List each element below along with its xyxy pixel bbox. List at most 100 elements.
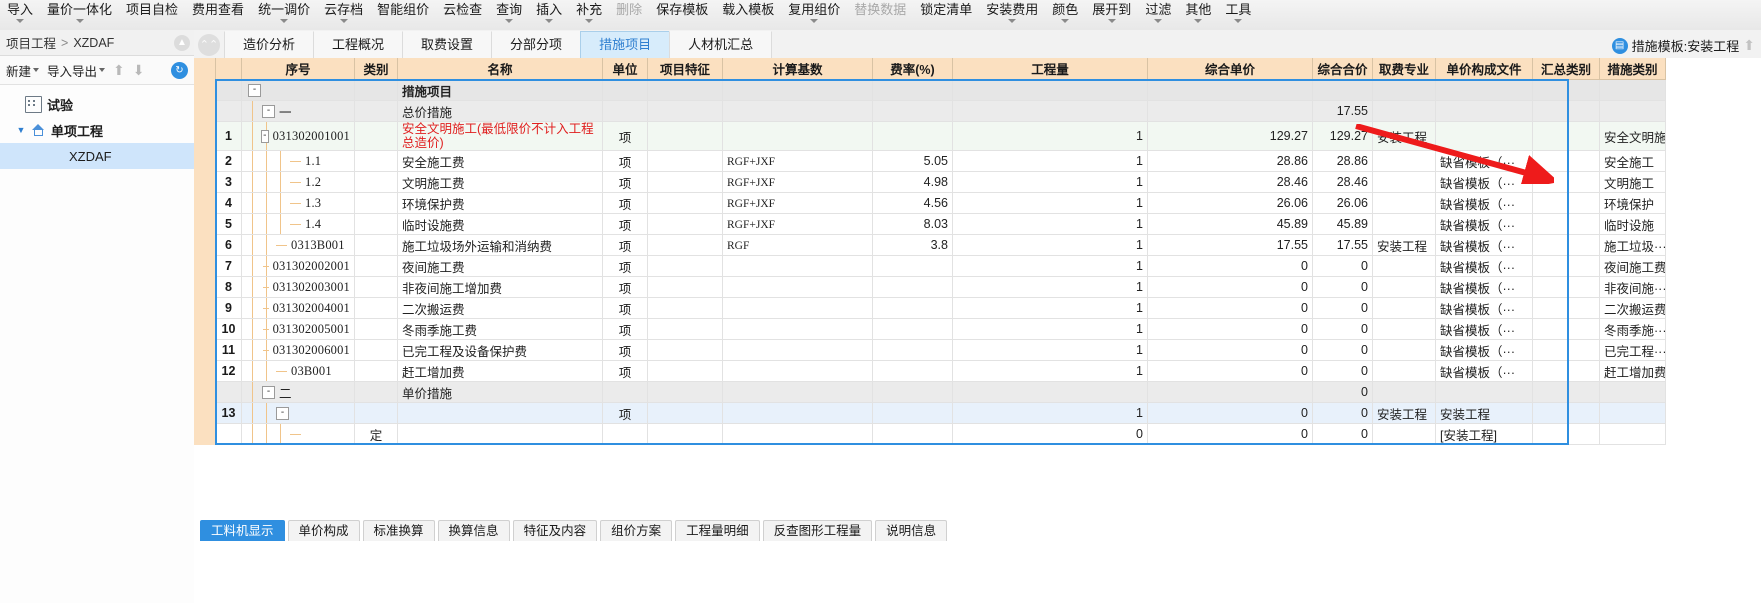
cell-unit[interactable]: 项 [602, 255, 648, 277]
cell-sequence[interactable]: 1.3 [241, 192, 355, 214]
cell-total[interactable]: 17.55 [1312, 234, 1373, 256]
cell-qty[interactable]: 1 [952, 121, 1148, 151]
cell-total[interactable]: 0 [1312, 255, 1373, 277]
cell-sumcat[interactable] [1532, 100, 1600, 122]
column-header-5[interactable]: 项目特征 [647, 58, 723, 80]
cell-cat[interactable] [354, 339, 398, 361]
cell-mcat[interactable] [1599, 423, 1666, 445]
cell-qty[interactable]: 1 [952, 297, 1148, 319]
cell-rate[interactable]: 4.98 [872, 171, 953, 193]
tree-node-3[interactable]: XZDAF [0, 143, 194, 169]
table-row[interactable]: - 措施项目 [215, 79, 1666, 101]
cell-base[interactable] [722, 318, 873, 340]
detail-tab-7[interactable]: 工程量明细 [675, 520, 760, 541]
cell-sequence[interactable]: - [241, 402, 355, 424]
table-row[interactable]: 1-031302001001 安全文明施工(最低限价不计入工程总造价) 项 1 129.… [215, 121, 1666, 151]
cell-sumcat[interactable] [1532, 79, 1600, 101]
cell-base[interactable]: RGF+JXF [722, 171, 873, 193]
tab-3[interactable]: 取费设置 [402, 31, 493, 58]
cell-unit[interactable]: 项 [602, 213, 648, 235]
cell-sumcat[interactable] [1532, 381, 1600, 403]
cell-rate[interactable] [872, 402, 953, 424]
menu-item-18[interactable]: 安装费用 [979, 0, 1045, 31]
cell-prof[interactable]: 安装工程 [1372, 234, 1436, 256]
cell-feat[interactable] [647, 192, 723, 214]
cell-rate[interactable]: 4.56 [872, 192, 953, 214]
menu-item-21[interactable]: 过滤 [1138, 0, 1178, 31]
detail-tab-3[interactable]: 标准换算 [362, 520, 435, 541]
cell-unitfile[interactable]: 缺省模板（··· [1435, 360, 1533, 382]
cell-unitfile[interactable]: 缺省模板（··· [1435, 276, 1533, 298]
cell-unit[interactable]: 项 [602, 276, 648, 298]
cell-prof[interactable]: 安装工程 [1372, 121, 1436, 151]
cell-mcat[interactable] [1599, 100, 1666, 122]
cell-feat[interactable] [647, 339, 723, 361]
detail-tab-9[interactable]: 说明信息 [875, 520, 948, 541]
cell-base[interactable] [722, 381, 873, 403]
cell-base[interactable]: RGF+JXF [722, 192, 873, 214]
cell-qty[interactable] [952, 79, 1148, 101]
cell-total[interactable]: 28.46 [1312, 171, 1373, 193]
cell-feat[interactable] [647, 150, 723, 172]
detail-tab-5[interactable]: 特征及内容 [512, 520, 598, 541]
cell-mcat[interactable] [1599, 402, 1666, 424]
column-header-2[interactable]: 类别 [354, 58, 398, 80]
menu-item-7[interactable]: 智能组价 [370, 0, 436, 31]
cell-unitfile[interactable]: 缺省模板（··· [1435, 213, 1533, 235]
cell-unitfile[interactable]: 安装工程 [1435, 402, 1533, 424]
cell-mcat[interactable] [1599, 79, 1666, 101]
cell-price[interactable]: 0 [1147, 423, 1313, 445]
cell-mcat[interactable]: 安全施工 [1599, 150, 1666, 172]
cell-sumcat[interactable] [1532, 318, 1600, 340]
cell-feat[interactable] [647, 121, 723, 151]
cell-cat[interactable] [354, 100, 398, 122]
cell-price[interactable]: 28.46 [1147, 171, 1313, 193]
cell-price[interactable]: 0 [1147, 276, 1313, 298]
menu-item-22[interactable]: 其他 [1178, 0, 1218, 31]
cell-prof[interactable] [1372, 318, 1436, 340]
cell-total[interactable]: 26.06 [1312, 192, 1373, 214]
cell-name[interactable]: 二次搬运费 [397, 297, 603, 319]
cell-sequence[interactable]: 03B001 [241, 360, 355, 382]
cell-unit[interactable]: 项 [602, 192, 648, 214]
cell-base[interactable] [722, 423, 873, 445]
cell-mcat[interactable]: 环境保护 [1599, 192, 1666, 214]
cell-price[interactable] [1147, 100, 1313, 122]
menu-item-6[interactable]: 云存档 [317, 0, 370, 31]
cell-feat[interactable] [647, 360, 723, 382]
cell-base[interactable] [722, 339, 873, 361]
cell-unitfile[interactable] [1435, 79, 1533, 101]
cell-rate[interactable]: 8.03 [872, 213, 953, 235]
cell-mcat[interactable]: 文明施工 [1599, 171, 1666, 193]
cell-sumcat[interactable] [1532, 234, 1600, 256]
cell-prof[interactable] [1372, 100, 1436, 122]
table-row[interactable]: 7 031302002001 夜间施工费项 1 0 0 缺省模板（··· 夜间施工费 [215, 255, 1666, 277]
cell-feat[interactable] [647, 276, 723, 298]
cell-sumcat[interactable] [1532, 150, 1600, 172]
detail-tab-1[interactable]: 工料机显示 [200, 520, 285, 541]
column-header-9[interactable]: 综合单价 [1147, 58, 1313, 80]
cell-qty[interactable]: 1 [952, 234, 1148, 256]
cell-feat[interactable] [647, 255, 723, 277]
cell-qty[interactable]: 1 [952, 402, 1148, 424]
cell-sumcat[interactable] [1532, 213, 1600, 235]
table-row[interactable]: 4 1.3 环境保护费项 RGF+JXF 4.56 1 26.06 26.06 缺省模板（···… [215, 192, 1666, 214]
column-header-1[interactable]: 序号 [241, 58, 355, 80]
cell-base[interactable] [722, 276, 873, 298]
cell-name[interactable]: 总价措施 [397, 100, 603, 122]
cell-rate[interactable] [872, 276, 953, 298]
cell-prof[interactable] [1372, 192, 1436, 214]
cell-qty[interactable]: 1 [952, 192, 1148, 214]
cell-cat[interactable] [354, 255, 398, 277]
column-header-14[interactable]: 措施类别 [1599, 58, 1666, 80]
tab-2[interactable]: 工程概况 [313, 31, 404, 58]
cell-mcat[interactable]: 安全文明施工费 [1599, 121, 1666, 151]
scroll-up-icon[interactable]: ⬆ [1743, 37, 1755, 54]
cell-base[interactable] [722, 255, 873, 277]
cell-cat[interactable] [354, 150, 398, 172]
cell-feat[interactable] [647, 318, 723, 340]
menu-item-1[interactable]: 导入 [0, 0, 40, 31]
cell-name[interactable]: 措施项目 [397, 79, 603, 101]
cell-base[interactable] [722, 402, 873, 424]
cell-feat[interactable] [647, 79, 723, 101]
